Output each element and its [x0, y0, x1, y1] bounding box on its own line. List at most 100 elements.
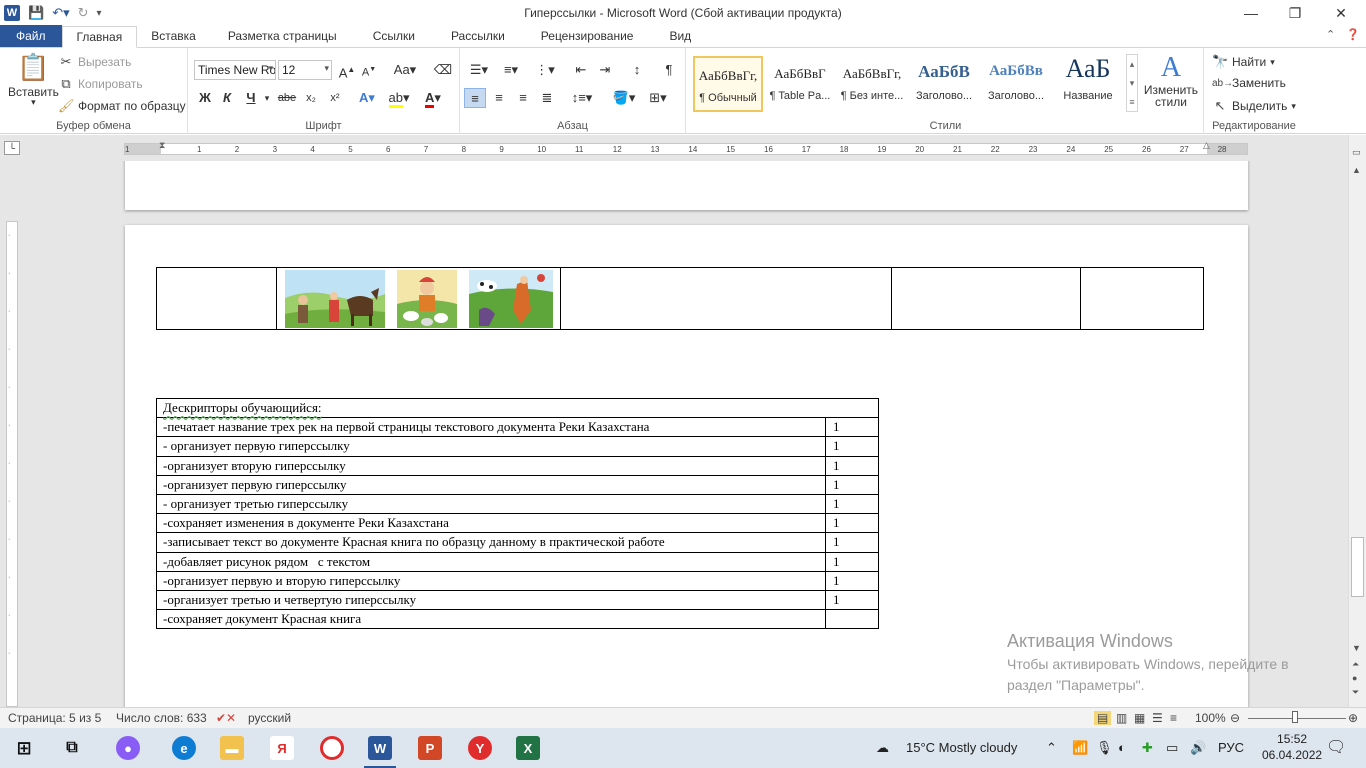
- subscript-button[interactable]: x₂: [300, 88, 322, 108]
- tab-view[interactable]: Вид: [651, 26, 709, 47]
- zoom-out-icon[interactable]: ⊖: [1230, 711, 1240, 725]
- select-button[interactable]: ↖ Выделить ▾: [1212, 98, 1296, 114]
- descriptor-score[interactable]: 1: [825, 570, 879, 591]
- tab-selector-icon[interactable]: └: [4, 141, 20, 155]
- descriptor-header[interactable]: Дескрипторы обучающийся:: [156, 397, 879, 419]
- volume-icon[interactable]: 🔊: [1190, 740, 1206, 756]
- help-icon[interactable]: ❓: [1346, 29, 1360, 41]
- increase-indent-icon[interactable]: ⇥: [594, 60, 616, 80]
- style-heading-1[interactable]: АаБбВ Заголово...: [909, 56, 979, 112]
- align-left-icon[interactable]: ≡: [464, 88, 486, 108]
- browse-object-icon[interactable]: ●: [1352, 673, 1357, 683]
- excel-icon[interactable]: X: [516, 736, 540, 760]
- alice-assistant-icon[interactable]: ●: [116, 736, 140, 760]
- bold-button[interactable]: Ж: [194, 88, 216, 108]
- numbering-icon[interactable]: ≡▾: [498, 60, 524, 80]
- weather-icon[interactable]: ☁: [876, 740, 889, 756]
- descriptor-score[interactable]: 1: [825, 455, 879, 476]
- zoom-level[interactable]: 100%: [1195, 711, 1226, 725]
- borders-icon[interactable]: ⊞▾: [644, 88, 672, 108]
- clear-formatting-icon[interactable]: ⌫: [432, 60, 454, 80]
- page-indicator[interactable]: Страница: 5 из 5: [8, 711, 101, 725]
- tab-file[interactable]: Файл: [0, 25, 62, 47]
- text-effects-icon[interactable]: A▾: [356, 88, 378, 108]
- change-styles-button[interactable]: A Изменить стили: [1142, 52, 1200, 108]
- font-family-select[interactable]: Times New Ro ▾: [194, 60, 276, 80]
- find-button[interactable]: 🔭 Найти ▾: [1212, 54, 1275, 70]
- weather-text[interactable]: 15°C Mostly cloudy: [906, 740, 1017, 755]
- show-hidden-icons-icon[interactable]: ⌃: [1046, 740, 1057, 756]
- multilevel-list-icon[interactable]: ⋮▾: [532, 60, 558, 80]
- close-button[interactable]: ✕: [1318, 0, 1364, 26]
- vertical-ruler[interactable]: · · · · · · · · · · · ·: [6, 221, 18, 707]
- superscript-button[interactable]: x²: [324, 88, 346, 108]
- style-heading-2[interactable]: АаБбВв Заголово...: [981, 56, 1051, 112]
- tab-page-layout[interactable]: Разметка страницы: [210, 26, 355, 47]
- tab-home[interactable]: Главная: [61, 26, 138, 48]
- previous-page-icon[interactable]: ⏶: [1352, 659, 1359, 670]
- outline-icon[interactable]: ☰: [1152, 711, 1163, 725]
- notifications-icon[interactable]: 🗨: [1326, 737, 1346, 757]
- qat-customize-icon[interactable]: ▾: [97, 8, 102, 19]
- horizontal-ruler[interactable]: ⧗ △ 1 1 2 3 4 5 6 7 8 9 10 11 12 13 14 15 16 17 18 19 20 21 22…: [124, 140, 1248, 155]
- shading-icon[interactable]: 🪣▾: [610, 88, 638, 108]
- highlight-icon[interactable]: ab▾: [386, 88, 412, 108]
- descriptor-score[interactable]: 1: [825, 436, 879, 457]
- fairy-tale-illustration[interactable]: [284, 270, 385, 328]
- network-icon[interactable]: 📶: [1072, 740, 1088, 756]
- descriptor-text[interactable]: - организует третью гиперссылку: [156, 493, 826, 515]
- style-table-paragraph[interactable]: АаБбВвГ ¶ Table Pa...: [765, 56, 835, 112]
- next-page-icon[interactable]: ⏷: [1352, 687, 1359, 698]
- windows-start-icon[interactable]: ⊞: [12, 736, 36, 760]
- image-table-cell-pictures[interactable]: [275, 267, 561, 330]
- scroll-down-icon[interactable]: ▼: [1352, 643, 1361, 653]
- image-table-cell[interactable]: [891, 267, 1082, 330]
- image-table-cell[interactable]: [156, 267, 277, 330]
- descriptor-text[interactable]: -сохраняет изменения в документе Реки Ка…: [156, 513, 826, 534]
- descriptor-text[interactable]: - организует первую гиперссылку: [156, 436, 826, 457]
- style-title[interactable]: АаБ Название: [1053, 54, 1123, 112]
- yandex-icon[interactable]: Y: [468, 736, 492, 760]
- descriptor-score[interactable]: 1: [825, 551, 879, 572]
- input-language[interactable]: РУС: [1218, 740, 1244, 755]
- line-spacing-icon[interactable]: ↕≡▾: [568, 88, 596, 108]
- style-normal[interactable]: АаБбВвГг, ¶ Обычный: [693, 56, 763, 112]
- descriptor-text[interactable]: -записывает текст во документе Красная к…: [156, 532, 826, 553]
- align-right-icon[interactable]: ≡: [512, 88, 534, 108]
- fairy-tale-illustration[interactable]: [396, 270, 457, 328]
- style-no-spacing[interactable]: АаБбВвГг, ¶ Без инте...: [837, 56, 907, 112]
- descriptor-score[interactable]: 1: [825, 493, 879, 515]
- document-canvas[interactable]: · · · · · · · · · · · · Дескрипторы обуч…: [0, 161, 1348, 707]
- fairy-tale-illustration[interactable]: [468, 270, 553, 328]
- styles-gallery-scroll[interactable]: ▴ ▾ ≡: [1126, 54, 1138, 112]
- undo-icon[interactable]: ↶▾: [52, 5, 69, 21]
- bullets-icon[interactable]: ☰▾: [466, 60, 492, 80]
- draft-icon[interactable]: ≡: [1170, 711, 1177, 725]
- full-screen-reading-icon[interactable]: ▥: [1116, 711, 1127, 725]
- yandex-browser-icon[interactable]: Я: [270, 736, 294, 760]
- battery-icon[interactable]: ▭: [1166, 740, 1178, 756]
- redo-icon[interactable]: ↻: [78, 5, 89, 21]
- tab-insert[interactable]: Вставка: [137, 26, 210, 47]
- zoom-in-icon[interactable]: ⊕: [1348, 711, 1358, 725]
- indent-marker-icon[interactable]: ⧗: [159, 140, 165, 151]
- descriptor-text[interactable]: -организует третью и четвертую гиперссыл…: [156, 589, 826, 611]
- edge-browser-icon[interactable]: e: [172, 736, 196, 760]
- previous-page[interactable]: [125, 161, 1248, 210]
- descriptor-text[interactable]: -сохраняет документ Красная книга: [156, 609, 826, 630]
- web-layout-icon[interactable]: ▦: [1134, 711, 1145, 725]
- format-painter-button[interactable]: 🖌 Формат по образцу: [58, 98, 186, 114]
- word-count[interactable]: Число слов: 633: [116, 711, 207, 725]
- spelling-check-icon[interactable]: ✔✕: [216, 711, 236, 725]
- collapse-ribbon-icon[interactable]: ⌃: [1326, 29, 1335, 41]
- font-color-icon[interactable]: A▾: [420, 88, 446, 108]
- descriptor-text[interactable]: -организует первую гиперссылку: [156, 474, 826, 495]
- italic-button[interactable]: К: [216, 88, 238, 108]
- microphone-icon[interactable]: 🎙: [1096, 740, 1113, 756]
- descriptor-score[interactable]: 1: [825, 532, 879, 553]
- descriptor-text[interactable]: -организует вторую гиперссылку: [156, 455, 826, 476]
- replace-button[interactable]: ab→ Заменить: [1212, 76, 1286, 90]
- descriptor-score[interactable]: 1: [825, 589, 879, 611]
- descriptor-text[interactable]: -печатает название трех рек на первой ст…: [156, 417, 826, 438]
- copy-button[interactable]: ⧉ Копировать: [58, 76, 142, 92]
